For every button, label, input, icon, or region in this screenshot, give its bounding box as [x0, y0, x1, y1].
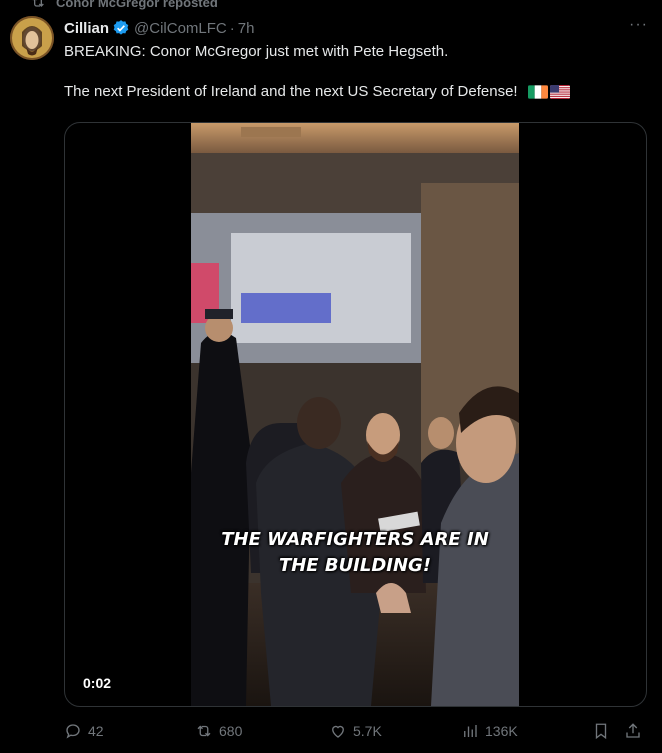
flag-ireland-icon: [527, 85, 548, 99]
verified-badge-icon[interactable]: [112, 19, 130, 37]
repost-button[interactable]: 680: [195, 722, 242, 740]
like-button[interactable]: 5.7K: [329, 722, 382, 740]
video-caption: THE WARFIGHTERS ARE IN THE BUILDING!: [191, 527, 519, 579]
author-handle[interactable]: @CilComLFC: [134, 20, 227, 37]
tweet-header: Cillian @CilComLFC · 7h: [64, 17, 650, 39]
tweet-text: BREAKING: Conor McGregor just met with P…: [64, 42, 654, 102]
reply-icon: [66, 724, 80, 739]
bookmark-button[interactable]: [592, 722, 610, 740]
more-options-button[interactable]: ···: [629, 16, 648, 34]
avatar-image: [10, 16, 54, 60]
heart-icon: [332, 725, 344, 738]
share-button[interactable]: [624, 722, 642, 740]
bookmark-icon: [595, 723, 607, 740]
flag-united-states-icon: [549, 85, 570, 100]
avatar[interactable]: [10, 16, 54, 60]
video-player[interactable]: THE WARFIGHTERS ARE IN THE BUILDING! 0:0…: [64, 122, 647, 707]
repost-banner[interactable]: Conor McGregor reposted: [30, 0, 218, 12]
reply-count: 42: [88, 723, 104, 739]
action-bar: 42 680 5.7K 136K: [64, 719, 650, 743]
separator-dot: ·: [229, 19, 235, 37]
video-caption-line-2: THE BUILDING!: [278, 555, 432, 576]
view-count: 136K: [485, 723, 518, 739]
repost-icon: [32, 0, 44, 7]
tweet-line-2-text: The next President of Ireland and the ne…: [64, 83, 518, 100]
video-scene: [191, 123, 519, 706]
video-timestamp: 0:02: [75, 672, 120, 694]
repost-icon: [197, 725, 211, 737]
video-frame: THE WARFIGHTERS ARE IN THE BUILDING!: [191, 123, 519, 706]
repost-banner-text: Conor McGregor reposted: [56, 0, 218, 10]
views-button[interactable]: 136K: [461, 722, 518, 740]
tweet-time[interactable]: 7h: [238, 20, 255, 37]
like-count: 5.7K: [353, 723, 382, 739]
author-name[interactable]: Cillian: [64, 20, 109, 37]
video-caption-line-1: THE WARFIGHTERS ARE IN: [221, 529, 489, 550]
views-chart-icon: [464, 725, 477, 737]
share-icon: [626, 723, 640, 738]
tweet-line-2: The next President of Ireland and the ne…: [64, 82, 654, 102]
tweet-line-1: BREAKING: Conor McGregor just met with P…: [64, 43, 449, 60]
repost-count: 680: [219, 723, 243, 739]
reply-button[interactable]: 42: [64, 722, 104, 740]
